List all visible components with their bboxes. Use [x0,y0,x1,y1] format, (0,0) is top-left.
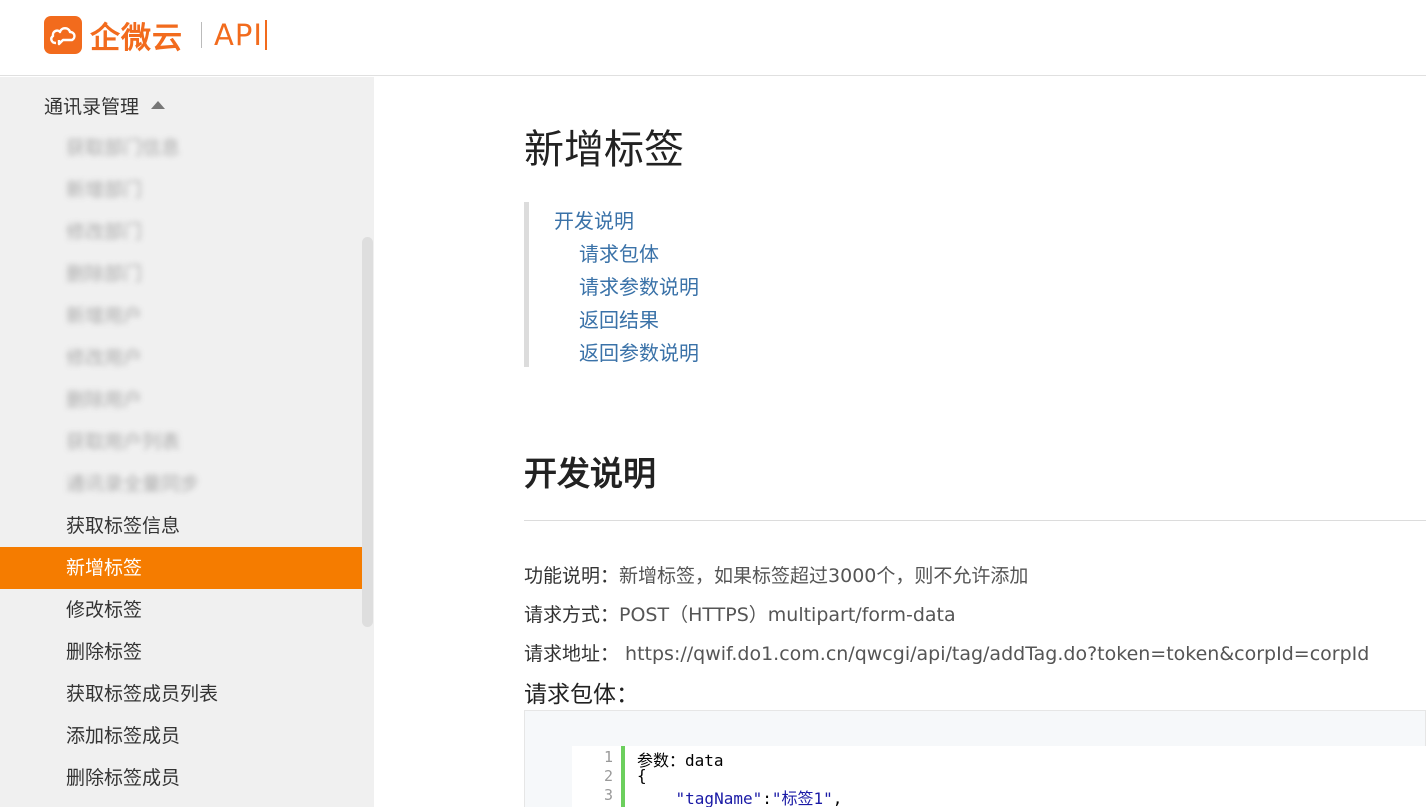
caret-up-icon [151,101,166,109]
brand-name: 企微云 [90,21,183,56]
section-title: 开发说明 [524,454,656,493]
sidebar-item-get-tag-info[interactable]: 获取标签信息 [0,505,362,547]
sidebar-item[interactable]: 新增部门 [0,169,362,211]
sidebar-item[interactable]: 获取部门信息 [0,127,362,169]
sidebar-item-add-tag[interactable]: 新增标签 [0,547,362,589]
sidebar-item[interactable]: 修改部门 [0,211,362,253]
code-block: 1 2 3 参数：data { "tagName":"标签1", [572,746,1426,807]
sidebar-item[interactable]: 获取用户列表 [0,421,362,463]
request-body-title: 请求包体： [524,682,639,708]
sidebar-scrollbar[interactable] [362,237,373,627]
toc-link-response[interactable]: 返回结果 [579,304,659,333]
sidebar-item-delete-tag[interactable]: 删除标签 [0,631,362,673]
toc-link-dev-notes[interactable]: 开发说明 [554,205,634,234]
line-number: 1 [603,748,613,766]
nav-group-label: 通讯录管理 [44,95,140,118]
request-url: 请求地址： https://qwif.do1.com.cn/qwcgi/api/… [524,643,1370,665]
line-number: 2 [603,767,613,785]
api-label: API [214,18,263,52]
table-of-contents: 开发说明 请求包体 请求参数说明 返回结果 返回参数说明 [524,202,824,367]
func-description: 功能说明：新增标签，如果标签超过3000个，则不允许添加 [524,565,1029,587]
sidebar-item-edit-tag[interactable]: 修改标签 [0,589,362,631]
section-divider [524,520,1426,521]
main-content: 新增标签 开发说明 请求包体 请求参数说明 返回结果 返回参数说明 开发说明 功… [374,77,1426,807]
toc-link-response-params[interactable]: 返回参数说明 [579,337,699,366]
sidebar-item-delete-tag-member[interactable]: 删除标签成员 [0,757,362,799]
sidebar-nav: 通讯录管理 获取部门信息 新增部门 修改部门 删除部门 新增用户 修改用户 删除… [0,77,374,807]
cloud-logo-icon [44,16,82,54]
sidebar-item[interactable]: 删除用户 [0,379,362,421]
nav-group-contacts[interactable]: 通讯录管理 [44,91,166,119]
page-title: 新增标签 [524,127,684,173]
code-line: { [637,766,647,785]
brand-logo[interactable]: 企微云 API [44,15,267,56]
sidebar-item-tag-member-list[interactable]: 获取标签成员列表 [0,673,362,715]
code-block-container: 1 2 3 参数：data { "tagName":"标签1", [524,710,1426,807]
sidebar-item[interactable]: 删除部门 [0,253,362,295]
sidebar-item[interactable]: 新增用户 [0,295,362,337]
request-method: 请求方式：POST（HTTPS）multipart/form-data [524,604,956,626]
toc-link-request-body[interactable]: 请求包体 [579,238,659,267]
sidebar-item[interactable]: 修改用户 [0,337,362,379]
text-cursor [264,20,267,50]
code-line: "tagName":"标签1", [675,789,843,807]
logo-divider [201,22,202,48]
top-header: 企微云 API [0,0,1426,76]
toc-link-request-params[interactable]: 请求参数说明 [579,271,699,300]
sidebar-item-add-tag-member[interactable]: 添加标签成员 [0,715,362,757]
code-line: 参数：data [637,751,724,770]
sidebar-item[interactable]: 通讯录全量同步 [0,463,362,505]
line-number-gutter: 1 2 3 [572,746,625,807]
line-number: 3 [603,786,613,804]
